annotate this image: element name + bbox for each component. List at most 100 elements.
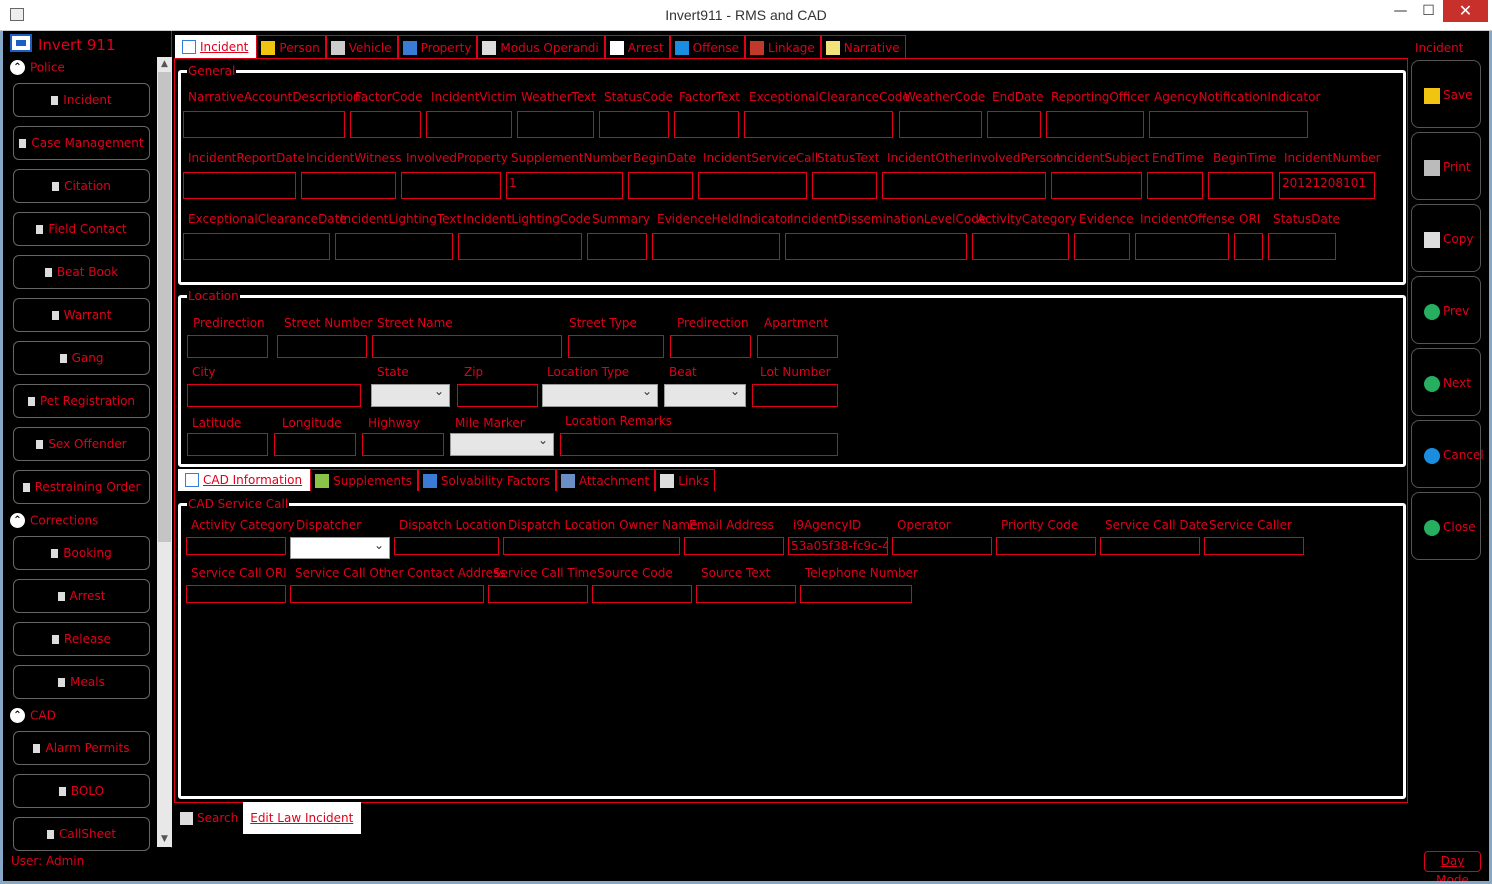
field-city[interactable] <box>187 384 361 407</box>
sidebar-item-beat-book[interactable]: Beat Book <box>13 255 150 289</box>
field-enddate[interactable] <box>987 111 1041 138</box>
sidebar-item-citation[interactable]: Citation <box>13 169 150 203</box>
field-street-type[interactable] <box>568 335 664 358</box>
sidebar-scrollbar[interactable]: ▲ ▼ <box>157 57 172 847</box>
field-exceptionalclearancedate[interactable] <box>183 233 330 260</box>
save-button[interactable]: Save <box>1411 60 1481 128</box>
field-zip[interactable] <box>457 384 538 407</box>
sidebar-item-sex-offender[interactable]: Sex Offender <box>13 427 150 461</box>
field-telephone-number[interactable] <box>800 585 912 603</box>
sidebar-item-alarm-permits[interactable]: Alarm Permits <box>13 731 150 765</box>
field-activitycategory[interactable] <box>972 233 1069 260</box>
subtab-links[interactable]: Links <box>655 469 716 491</box>
field-dispatch-location-owner-name[interactable] <box>503 537 680 555</box>
tab-property[interactable]: Property <box>397 35 478 59</box>
section-police[interactable]: ⌃ Police <box>10 60 65 76</box>
field-narrativeaccountdescription[interactable] <box>183 111 345 138</box>
field-incidentvictim[interactable] <box>426 111 512 138</box>
sidebar-item-booking[interactable]: Booking <box>13 536 150 570</box>
select-dispatcher[interactable] <box>290 537 390 559</box>
field-street-name[interactable] <box>372 335 562 358</box>
sidebar-item-meals[interactable]: Meals <box>13 665 150 699</box>
field-i9agencyid[interactable]: 53a05f38-fc9c-426 <box>788 537 888 555</box>
field-evidenceheldindicator[interactable] <box>652 233 780 260</box>
field-summary[interactable] <box>587 233 647 260</box>
field-incidentdisseminationlevelcode[interactable] <box>785 233 967 260</box>
select-location-type[interactable] <box>542 384 658 407</box>
field-service-call-date[interactable] <box>1100 537 1200 555</box>
field-latitude[interactable] <box>187 433 268 456</box>
subtab-solvability-factors[interactable]: Solvability Factors <box>417 469 556 491</box>
sidebar-item-gang[interactable]: Gang <box>13 341 150 375</box>
field-factorcode[interactable] <box>350 111 421 138</box>
field-priority-code[interactable] <box>996 537 1096 555</box>
section-corrections[interactable]: ⌃ Corrections <box>10 513 98 529</box>
field-statustext[interactable] <box>812 172 877 199</box>
field-service-call-ori[interactable] <box>186 585 286 603</box>
select-mile-marker[interactable] <box>450 433 554 456</box>
sidebar-item-callsheet[interactable]: CallSheet <box>13 817 150 851</box>
field-incidentreportdate[interactable] <box>183 172 296 199</box>
close-window-button[interactable]: ✕ <box>1443 0 1488 22</box>
field-incidentnumber[interactable]: 20121208101 <box>1279 172 1375 199</box>
field-supplementnumber[interactable]: 1 <box>506 172 623 199</box>
close-button[interactable]: Close <box>1411 492 1481 560</box>
scroll-thumb[interactable] <box>158 72 171 542</box>
maximize-button[interactable]: ☐ <box>1415 0 1442 22</box>
subtab-cad-information[interactable]: CAD Information <box>178 469 311 491</box>
field-email-address[interactable] <box>684 537 784 555</box>
sidebar-item-case-management[interactable]: Case Management <box>13 126 150 160</box>
day-mode-button[interactable]: Day Mode <box>1424 851 1481 884</box>
field-service-caller[interactable] <box>1204 537 1304 555</box>
sidebar-item-pet-registration[interactable]: Pet Registration <box>13 384 150 418</box>
subtab-attachment[interactable]: Attachment <box>555 469 656 491</box>
sidebar-item-field-contact[interactable]: Field Contact <box>13 212 150 246</box>
select-state[interactable] <box>371 384 450 407</box>
field-agencynotificationindicator[interactable] <box>1149 111 1308 138</box>
field-dispatch-location[interactable] <box>394 537 499 555</box>
scroll-down-icon[interactable]: ▼ <box>157 832 172 847</box>
tab-search[interactable]: Search <box>176 806 243 830</box>
field-weathercode[interactable] <box>899 111 982 138</box>
field-activity-category[interactable] <box>186 537 286 555</box>
field-street-number[interactable] <box>277 335 367 358</box>
field-incidentotherinvolvedperson[interactable] <box>882 172 1046 199</box>
minimize-button[interactable]: — <box>1387 0 1414 22</box>
field-incidentoffense[interactable] <box>1135 233 1229 260</box>
select-beat[interactable] <box>664 384 746 407</box>
sidebar-item-warrant[interactable]: Warrant <box>13 298 150 332</box>
field-evidence[interactable] <box>1074 233 1130 260</box>
field-factortext[interactable] <box>674 111 739 138</box>
field-apartment[interactable] <box>757 335 838 358</box>
sidebar-item-restraining-order[interactable]: Restraining Order <box>13 470 150 504</box>
field-ori[interactable] <box>1234 233 1263 260</box>
tab-vehicle[interactable]: Vehicle <box>325 35 398 59</box>
next-button[interactable]: Next <box>1411 348 1481 416</box>
field-predirection[interactable] <box>187 335 268 358</box>
tab-modus-operandi[interactable]: Modus Operandi <box>477 35 605 59</box>
field-service-call-other-contact-address[interactable] <box>290 585 484 603</box>
tab-incident[interactable]: Incident <box>175 35 257 59</box>
field-incidentlightingcode[interactable] <box>458 233 582 260</box>
copy-button[interactable]: Copy <box>1411 204 1481 272</box>
scroll-up-icon[interactable]: ▲ <box>157 57 172 72</box>
field-lot-number[interactable] <box>752 384 838 407</box>
field-source-text[interactable] <box>696 585 796 603</box>
tab-edit-law-incident[interactable]: Edit Law Incident <box>243 802 362 834</box>
field-weathertext[interactable] <box>517 111 594 138</box>
field-exceptionalclearancecode[interactable] <box>744 111 893 138</box>
field-involvedproperty[interactable] <box>401 172 501 199</box>
field-begintime[interactable] <box>1208 172 1273 199</box>
sidebar-item-incident[interactable]: Incident <box>13 83 150 117</box>
field-statuscode[interactable] <box>599 111 669 138</box>
tab-offense[interactable]: Offense <box>669 35 745 59</box>
sidebar-item-arrest[interactable]: Arrest <box>13 579 150 613</box>
print-button[interactable]: Print <box>1411 132 1481 200</box>
field-incidentservicecall[interactable] <box>698 172 807 199</box>
field-longitude[interactable] <box>274 433 356 456</box>
field-statusdate[interactable] <box>1268 233 1336 260</box>
tab-person[interactable]: Person <box>256 35 326 59</box>
sidebar-item-bolo[interactable]: BOLO <box>13 774 150 808</box>
field-incidentwitness[interactable] <box>301 172 396 199</box>
field-begindate[interactable] <box>628 172 693 199</box>
